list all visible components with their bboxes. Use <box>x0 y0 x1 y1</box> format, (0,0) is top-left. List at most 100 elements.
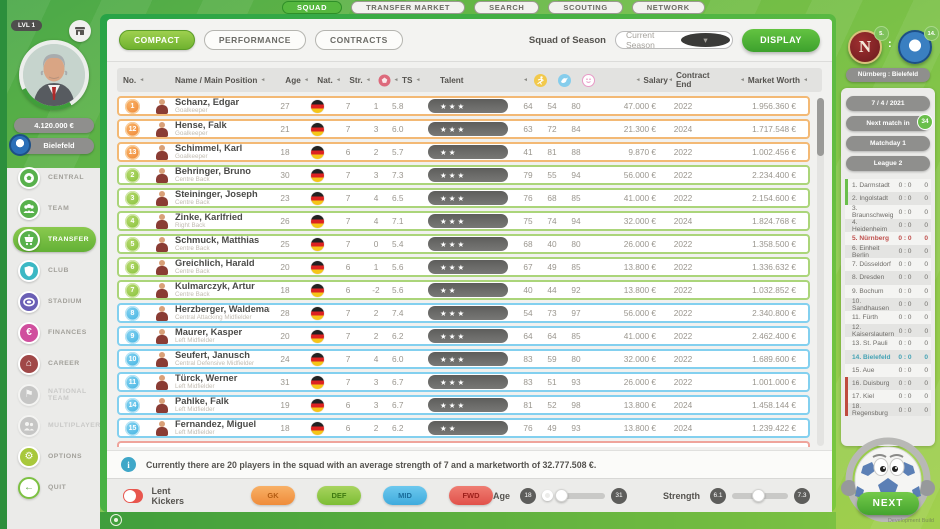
table-row[interactable]: 7 Kulmarczyk, Artur Centre Back 18 6 -2 … <box>117 280 810 300</box>
table-row[interactable]: 15 Fernandez, Miguel Left Midfielder 18 … <box>117 418 810 438</box>
player-salary: 47.000 € <box>588 101 656 111</box>
table-scrollbar[interactable] <box>817 98 824 446</box>
player-age: 30 <box>270 170 300 180</box>
league-row-braunschweig[interactable]: 3. Braunschweig0 : 00 <box>845 205 931 218</box>
menu-item-team[interactable]: TEAM <box>7 193 100 224</box>
menu-item-options[interactable]: ⚙ OPTIONS <box>7 441 100 472</box>
league-row-dsseldorf[interactable]: 7. Düsseldorf0 : 00 <box>845 258 931 271</box>
tab-transfer-market[interactable]: TRANSFER MARKET <box>351 1 465 14</box>
table-row[interactable]: 4 Zinke, Karlfried Right Back 26 7 4 7.1… <box>117 211 810 231</box>
season-dropdown[interactable]: Current Season ▾ <box>615 31 733 49</box>
league-row-bielefeld[interactable]: 14. Bielefeld0 : 00 <box>845 350 931 363</box>
level-badge: LVL 1 <box>11 20 42 31</box>
league-row-darmstadt[interactable]: 1. Darmstadt0 : 00 <box>845 179 931 192</box>
manager-avatar[interactable] <box>23 44 85 106</box>
menu-item-stadium[interactable]: STADIUM <box>7 286 100 317</box>
view-tab-contracts[interactable]: CONTRACTS <box>315 30 403 50</box>
age-slider-handle-left[interactable] <box>542 490 553 501</box>
age-slider-track[interactable] <box>559 493 605 499</box>
col-talent[interactable]: Talent◄ <box>440 76 528 85</box>
table-row[interactable]: 10 Seufert, Janusch Central Defensive Mi… <box>117 349 810 369</box>
col-morale[interactable] <box>576 74 600 87</box>
chevron-down-icon[interactable]: ▾ <box>681 33 730 47</box>
col-name[interactable]: Name / Main Position◄ <box>175 76 282 85</box>
menu-item-finances[interactable]: € FINANCES <box>7 317 100 348</box>
league-row-heidenheim[interactable]: 4. Heidenheim0 : 00 <box>845 219 931 232</box>
table-row[interactable]: 2 Behringer, Bruno Centre Back 30 7 3 7.… <box>117 165 810 185</box>
league-pill[interactable]: League 2 <box>846 156 930 171</box>
col-no[interactable]: No.◄ <box>123 76 149 85</box>
squad-panel: COMPACT PERFORMANCE CONTRACTS Squad of S… <box>107 19 832 512</box>
tab-search[interactable]: SEARCH <box>474 1 539 14</box>
tab-squad[interactable]: SQUAD <box>282 1 342 14</box>
col-market-worth[interactable]: ◄Market Worth◄ <box>722 76 808 85</box>
shirt-number-badge: 10 <box>125 352 140 367</box>
table-row-partial-forward[interactable] <box>117 441 810 447</box>
col-nat[interactable]: Nat.◄ <box>312 76 346 85</box>
scrollbar-thumb[interactable] <box>817 98 824 156</box>
tab-scouting[interactable]: SCOUTING <box>548 1 622 14</box>
table-row[interactable]: 8 Herzberger, Waldemar Central Attacking… <box>117 303 810 323</box>
germany-flag-icon <box>311 399 324 412</box>
col-freshness[interactable] <box>552 74 576 87</box>
col-ts[interactable]: TS◄ <box>402 76 440 85</box>
location-pin-icon[interactable] <box>110 514 122 526</box>
display-button[interactable]: DISPLAY <box>742 29 820 52</box>
league-row-sandhausen[interactable]: 10. Sandhausen0 : 00 <box>845 298 931 311</box>
menu-item-quit[interactable]: ← QUIT <box>7 472 100 503</box>
table-row[interactable]: 9 Maurer, Kasper Left Midfielder 20 7 2 … <box>117 326 810 346</box>
player-portrait-icon <box>155 122 169 137</box>
germany-flag-icon <box>311 353 324 366</box>
league-row-bochum[interactable]: 9. Bochum0 : 00 <box>845 285 931 298</box>
table-row[interactable]: 14 Pahlke, Falk Left Midfielder 19 6 3 6… <box>117 395 810 415</box>
view-tab-performance[interactable]: PERFORMANCE <box>204 30 306 50</box>
menu-item-career[interactable]: ⌂ CAREER <box>7 348 100 379</box>
filter-gk-button[interactable]: GK <box>251 486 295 505</box>
shop-button[interactable] <box>69 20 91 42</box>
league-row-frth[interactable]: 11. Fürth0 : 00 <box>845 311 931 324</box>
next-button[interactable]: NEXT <box>857 492 919 515</box>
table-row[interactable]: 11 Türck, Werner Left Midfielder 31 7 3 … <box>117 372 810 392</box>
league-row-nrnberg[interactable]: 5. Nürnberg0 : 00 <box>845 232 931 245</box>
shirt-number-badge: 6 <box>125 260 140 275</box>
strength-slider-handle[interactable] <box>752 489 765 502</box>
table-row[interactable]: 6 Greichlich, Harald Centre Back 20 6 1 … <box>117 257 810 277</box>
menu-item-transfer[interactable]: TRANSFER <box>7 224 100 255</box>
watermark-text: Development Build <box>888 518 934 524</box>
col-form[interactable]: ◄ <box>374 74 402 87</box>
league-row-aue[interactable]: 15. Aue0 : 00 <box>845 364 931 377</box>
league-row-kiel[interactable]: 17. Kiel0 : 00 <box>845 390 931 403</box>
league-row-dresden[interactable]: 8. Dresden0 : 00 <box>845 271 931 284</box>
menu-item-club[interactable]: CLUB <box>7 255 100 286</box>
player-strength: 6 <box>334 400 362 410</box>
strength-slider-track[interactable] <box>732 493 788 499</box>
league-row-stpauli[interactable]: 13. St. Pauli0 : 00 <box>845 337 931 350</box>
filter-def-button[interactable]: DEF <box>317 486 361 505</box>
filter-mid-button[interactable]: MID <box>383 486 427 505</box>
col-condition[interactable] <box>528 74 552 87</box>
col-str[interactable]: Str.◄ <box>346 76 374 85</box>
view-tab-compact[interactable]: COMPACT <box>119 30 195 50</box>
col-salary[interactable]: ◄Salary <box>600 76 668 85</box>
player-age: 31 <box>270 377 300 387</box>
filter-fwd-button[interactable]: FWD <box>449 486 493 505</box>
table-row[interactable]: 1 Schanz, Edgar Goalkeeper 27 7 1 5.8 ★★… <box>117 96 810 116</box>
league-row-ingolstadt[interactable]: 2. Ingolstadt0 : 00 <box>845 192 931 205</box>
league-row-einheitberlin[interactable]: 6. Einheit Berlin0 : 00 <box>845 245 931 258</box>
col-age[interactable]: Age◄ <box>282 76 312 85</box>
strength-label: Strength <box>663 491 700 501</box>
table-row[interactable]: 5 Schmuck, Matthias Centre Back 25 7 0 5… <box>117 234 810 254</box>
lent-kickers-toggle[interactable] <box>123 489 143 503</box>
league-row-kaiserslautern[interactable]: 12. Kaiserslautern0 : 00 <box>845 324 931 337</box>
league-row-regensburg[interactable]: 18. Regensburg0 : 00 <box>845 403 931 416</box>
table-row[interactable]: 3 Steininger, Joseph Centre Back 23 7 4 … <box>117 188 810 208</box>
col-contract-end[interactable]: ◄Contract End <box>668 71 722 89</box>
table-row[interactable]: 12 Hense, Falk Goalkeeper 21 7 3 6.0 ★★★… <box>117 119 810 139</box>
tab-network[interactable]: NETWORK <box>632 1 705 14</box>
table-row[interactable]: 13 Schimmel, Karl Goalkeeper 18 6 2 5.7 … <box>117 142 810 162</box>
age-slider-handle-right[interactable] <box>555 489 568 502</box>
menu-item-central[interactable]: CENTRAL <box>7 162 100 193</box>
player-contract-end: 2022 <box>656 354 710 364</box>
league-row-duisburg[interactable]: 16. Duisburg0 : 00 <box>845 377 931 390</box>
germany-flag-icon <box>311 376 324 389</box>
